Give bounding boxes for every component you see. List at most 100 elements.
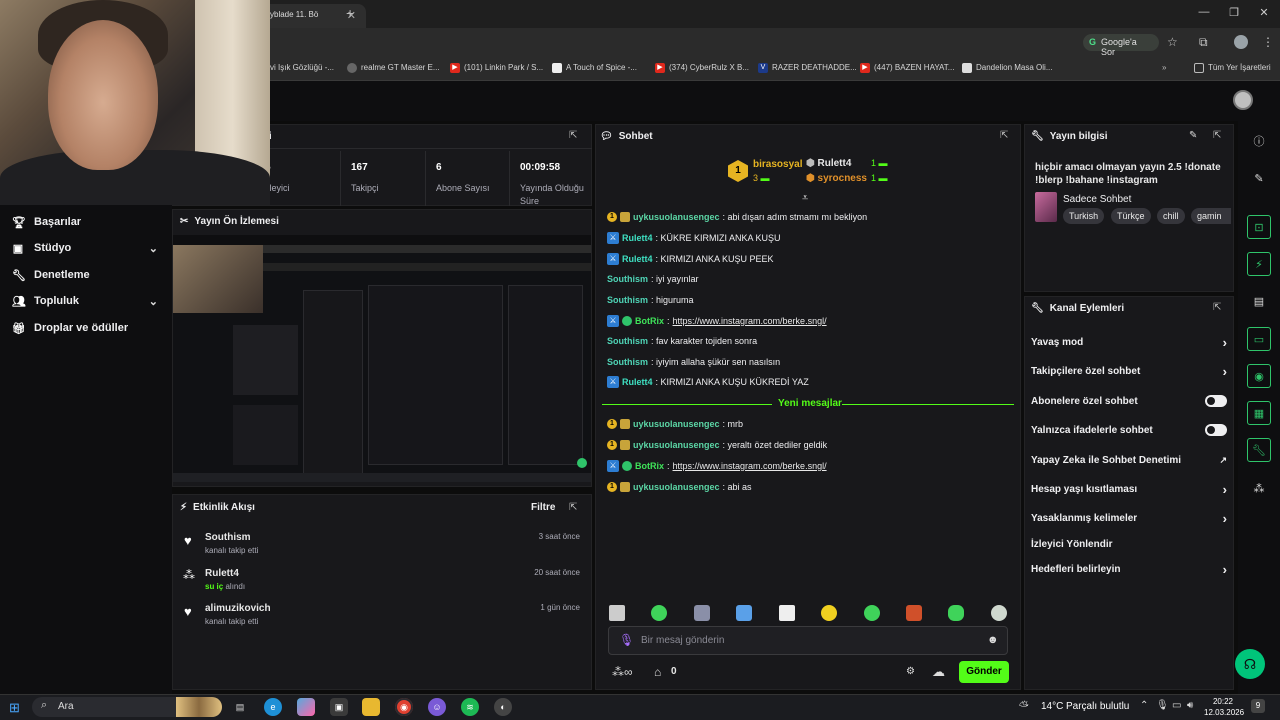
emote-icon[interactable] (991, 605, 1007, 621)
followers-only-row[interactable]: Takipçilere özel sohbet › (1031, 361, 1227, 381)
emote-icon[interactable] (694, 605, 710, 621)
layout-icon[interactable]: ▦ (1247, 401, 1271, 425)
emote-icon[interactable] (651, 605, 667, 621)
tray-chevron-icon[interactable]: ⌃ (1140, 700, 1148, 711)
emote-icon[interactable] (906, 605, 922, 621)
bookmark-item[interactable]: ▶ (447) BAZEN HAYAT... (860, 61, 954, 74)
lightning-icon[interactable]: ⚡︎ (1247, 252, 1271, 276)
chat-username[interactable]: Southism (607, 336, 648, 346)
sidebar-item-achievements[interactable]: 🏆︎ Başarılar (0, 209, 170, 235)
tag-chip[interactable]: gamin (1191, 208, 1231, 224)
event-user[interactable]: alimuzikovich (205, 603, 271, 614)
emote-icon[interactable] (736, 605, 752, 621)
info-icon[interactable]: ⓘ (1247, 129, 1271, 153)
emote-icon[interactable] (609, 605, 625, 621)
tag-chip[interactable]: chill (1157, 208, 1185, 224)
event-user[interactable]: Rulett4 (205, 568, 239, 579)
tag-chip[interactable]: Turkish (1063, 208, 1105, 224)
bookmark-item[interactable]: ▶ (374) CyberRulz X B... (655, 61, 749, 74)
clock[interactable]: 20:22 12.03.2026 (1204, 696, 1244, 718)
second-entry[interactable]: ⬢ Rulett4 (806, 158, 851, 169)
channel-points-icon[interactable]: ⁂∞ (612, 665, 633, 679)
stream-preview-video[interactable] (173, 245, 591, 482)
goals-row[interactable]: Hedefleri belirleyin › (1031, 559, 1227, 579)
ai-moderation-row[interactable]: Yapay Zeka ile Sohbet Denetimi ↗ (1031, 450, 1227, 470)
emote-icon[interactable] (864, 605, 880, 621)
windows-start-icon[interactable]: ⊞ (9, 700, 20, 716)
clip-icon[interactable]: ⊡ (1247, 215, 1271, 239)
chat-link[interactable]: https://www.instagram.com/berke.sngl/ (673, 461, 827, 471)
network-icon[interactable]: ▭ (1172, 700, 1181, 711)
edge-icon[interactable]: e (264, 698, 282, 716)
close-window-icon[interactable]: ✕ (1255, 6, 1273, 19)
bookmark-item[interactable]: vi Işık Gözlüğü -... (270, 61, 334, 74)
spotify-icon[interactable]: ≋ (461, 698, 479, 716)
chat-username[interactable]: Rulett4 (622, 233, 653, 243)
bookmark-star-icon[interactable]: ☆ (1167, 35, 1178, 49)
emote-icon[interactable] (821, 605, 837, 621)
sidebar-item-studio[interactable]: ▣ Stüdyo ⌄ (0, 235, 170, 261)
notification-badge[interactable]: 9 (1251, 699, 1265, 713)
chat-username[interactable]: uykusuolanusengec (633, 482, 720, 492)
chat-username[interactable]: Southism (607, 295, 648, 305)
bookmark-item[interactable]: ▶ (101) Linkin Park / S... (450, 61, 543, 74)
chat-link[interactable]: https://www.instagram.com/berke.sngl/ (673, 316, 827, 326)
community-icon[interactable]: ☁ (932, 664, 945, 680)
popout-icon[interactable]: ⇱ (569, 130, 577, 141)
edit-pencil-icon[interactable]: ✎ (1189, 130, 1197, 141)
raid-row[interactable]: İzleyici Yönlendir (1031, 534, 1227, 554)
event-user[interactable]: Southism (205, 532, 251, 543)
browser-menu-icon[interactable]: ⋮ (1262, 35, 1274, 49)
folder-icon[interactable] (362, 698, 380, 716)
popout-icon[interactable]: ⇱ (1213, 130, 1221, 141)
category-thumbnail[interactable] (1035, 192, 1057, 222)
chat-username[interactable]: BotRix (635, 461, 664, 471)
new-tab-icon[interactable]: + (346, 5, 354, 21)
chat-username[interactable]: Southism (607, 357, 648, 367)
chat-username[interactable]: uykusuolanusengec (633, 419, 720, 429)
slow-mode-row[interactable]: Yavaş mod › (1031, 332, 1227, 352)
document-icon[interactable]: ▤ (1247, 289, 1271, 313)
sidebar-item-community[interactable]: 👥︎ Topluluk ⌄ (0, 288, 170, 314)
tag-chip[interactable]: Türkçe (1111, 208, 1151, 224)
microphone-icon[interactable]: 🎙︎ (1156, 700, 1169, 711)
bookmark-item[interactable]: realme GT Master E... (347, 61, 440, 74)
chrome-icon[interactable]: ◉ (395, 698, 413, 716)
bookmark-item[interactable]: V RAZER DEATHADDE... (758, 61, 857, 74)
chat-username[interactable]: uykusuolanusengec (633, 440, 720, 450)
channel-points-icon[interactable]: ⁂ (1247, 476, 1271, 500)
discord-icon[interactable]: ☺ (428, 698, 446, 716)
send-button[interactable]: Gönder (959, 661, 1009, 683)
browser-profile-avatar[interactable] (1234, 35, 1248, 49)
third-entry[interactable]: ⬢ syrocness (806, 173, 867, 184)
sidebar-item-moderation[interactable]: 🔧︎ Denetleme (0, 262, 170, 288)
microphone-icon[interactable]: 🎙︎ (619, 633, 634, 647)
chat-username[interactable]: BotRix (635, 316, 664, 326)
subscribers-only-toggle[interactable] (1205, 395, 1227, 407)
volume-icon[interactable]: 🔊︎ (1187, 700, 1193, 711)
edit-icon[interactable]: ✎ (1247, 166, 1271, 190)
collapse-icon[interactable]: ⩡ (802, 192, 808, 205)
emoji-icon[interactable]: ☻ (987, 634, 999, 646)
chat-username[interactable]: uykusuolanusengec (633, 212, 720, 222)
support-headset-icon[interactable]: ☊ (1235, 649, 1265, 679)
category-name[interactable]: Sadece Sohbet (1063, 194, 1131, 205)
popout-icon[interactable]: ⇱ (1000, 130, 1008, 141)
obs-icon[interactable]: ◐ (494, 698, 512, 716)
banned-words-row[interactable]: Yasaklanmış kelimeler › (1031, 508, 1227, 528)
broadcast-icon[interactable]: ◉ (1247, 364, 1271, 388)
restore-icon[interactable]: ❐ (1225, 6, 1243, 19)
google-ask-button[interactable]: Google'a Sor (1083, 34, 1159, 57)
store-icon[interactable]: ⌂ (654, 665, 661, 679)
user-avatar[interactable] (1233, 90, 1253, 110)
chat-username[interactable]: Southism (607, 274, 648, 284)
wrench-icon[interactable]: 🔧︎ (1247, 438, 1271, 462)
store-icon[interactable]: ▣ (330, 698, 348, 716)
filter-button[interactable]: Filtre (531, 502, 555, 513)
emote-icon[interactable] (948, 605, 964, 621)
leader-name[interactable]: birasosyal (753, 159, 802, 170)
more-bookmarks-icon[interactable]: » (1162, 61, 1166, 74)
popout-icon[interactable]: ⇱ (1213, 302, 1221, 313)
account-age-row[interactable]: Hesap yaşı kısıtlaması › (1031, 479, 1227, 499)
emote-only-toggle[interactable] (1205, 424, 1227, 436)
